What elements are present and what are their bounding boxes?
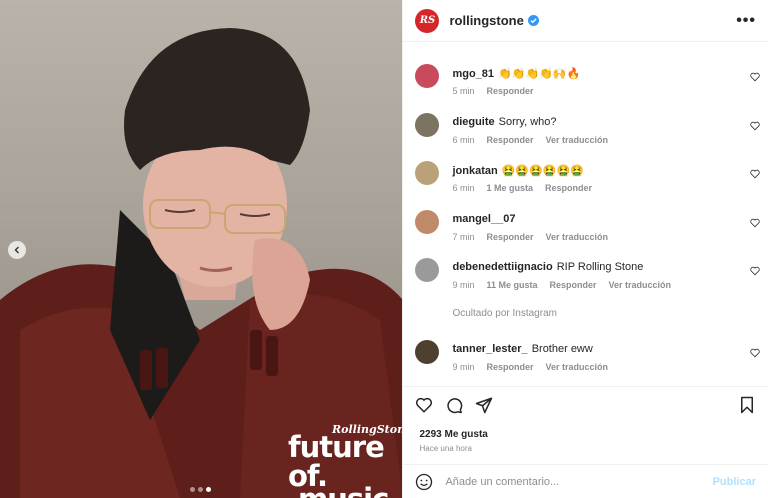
like-heart-icon[interactable]	[415, 396, 433, 414]
comment-text: 👏👏👏👏🙌🔥	[498, 68, 581, 80]
comment-avatar[interactable]	[415, 64, 440, 88]
post-panel: RS rollingstone ••• mgo_81 👏👏👏👏🙌🔥 5 min Re…	[402, 0, 768, 498]
brand-watermark: RollingStone future of. music	[288, 424, 402, 498]
post-comment-button[interactable]: Publicar	[713, 476, 756, 488]
divider	[403, 464, 768, 465]
comment-user[interactable]: dieguite	[452, 116, 494, 128]
more-options-button[interactable]: •••	[736, 12, 756, 30]
carousel-dot	[198, 487, 203, 492]
reply-button[interactable]: Responder	[486, 232, 533, 242]
chevron-left-icon	[14, 246, 19, 254]
account-avatar[interactable]: RS	[415, 8, 440, 33]
comment-user[interactable]: jonkatan	[452, 165, 497, 177]
brand-line2: music	[298, 485, 402, 498]
comment-box: Publicar	[403, 466, 768, 498]
comment-time: 9 min	[452, 362, 475, 372]
divider	[403, 386, 768, 387]
hidden-comments-link[interactable]: Ocultado por Instagram	[452, 308, 557, 319]
heart-icon[interactable]	[750, 72, 760, 82]
comment-time: 9 min	[452, 280, 475, 290]
comment-avatar[interactable]	[415, 161, 440, 185]
heart-icon[interactable]	[750, 218, 760, 228]
reply-button[interactable]: Responder	[550, 280, 597, 290]
carousel-dots	[190, 487, 211, 492]
comment-user[interactable]: mangel__07	[452, 213, 515, 225]
heart-icon[interactable]	[750, 348, 760, 358]
heart-icon[interactable]	[750, 169, 760, 179]
comment-avatar[interactable]	[415, 113, 440, 137]
share-send-icon[interactable]	[475, 396, 493, 414]
translate-button[interactable]: Ver traducción	[609, 280, 672, 290]
comment-input[interactable]	[443, 475, 713, 489]
save-bookmark-icon[interactable]	[738, 396, 756, 414]
heart-icon[interactable]	[750, 121, 760, 131]
action-bar	[415, 396, 756, 420]
account-name[interactable]: rollingstone	[449, 13, 523, 28]
reply-button[interactable]: Responder	[486, 86, 533, 96]
carousel-dot	[190, 487, 195, 492]
post-timestamp: Hace una hora	[419, 444, 472, 453]
reply-button[interactable]: Responder	[486, 362, 533, 372]
comment-user[interactable]: debenedettiignacio	[452, 261, 552, 273]
comment-text: Sorry, who?	[498, 116, 557, 128]
translate-button[interactable]: Ver traducción	[546, 135, 609, 145]
carousel-dot-active	[206, 487, 211, 492]
comment-user[interactable]: mgo_81	[452, 68, 494, 80]
comment-text: 🤮🤮🤮🤮🤮🤮	[501, 165, 584, 177]
comments-list[interactable]: mgo_81 👏👏👏👏🙌🔥 5 min Responder dieguite Sorr…	[403, 42, 768, 386]
comment-likes[interactable]: 11 Me gusta	[486, 280, 537, 290]
post-image[interactable]: RollingStone future of. music	[0, 0, 403, 498]
reply-button[interactable]: Responder	[486, 135, 533, 145]
translate-button[interactable]: Ver traducción	[546, 232, 609, 242]
verified-badge-icon	[527, 15, 539, 26]
comment-user[interactable]: tanner_lester_	[452, 343, 527, 355]
comment-likes[interactable]: 1 Me gusta	[486, 183, 533, 193]
carousel-prev-button[interactable]	[8, 241, 26, 259]
comment-time: 6 min	[452, 135, 475, 145]
comment-avatar[interactable]	[415, 258, 440, 282]
comment-text: RIP Rolling Stone	[556, 261, 644, 273]
comment-time: 6 min	[452, 183, 475, 193]
comment-avatar[interactable]	[415, 210, 440, 234]
translate-button[interactable]: Ver traducción	[546, 362, 609, 372]
comment-time: 7 min	[452, 232, 475, 242]
comment-bubble-icon[interactable]	[445, 396, 463, 414]
emoji-icon[interactable]	[415, 473, 433, 491]
likes-count[interactable]: 2293 Me gusta	[419, 429, 487, 440]
comment-text: Brother eww	[531, 343, 593, 355]
post-header: RS rollingstone •••	[403, 0, 768, 42]
comment-time: 5 min	[452, 86, 475, 96]
heart-icon[interactable]	[750, 266, 760, 276]
comment-avatar[interactable]	[415, 340, 440, 364]
reply-button[interactable]: Responder	[545, 183, 592, 193]
